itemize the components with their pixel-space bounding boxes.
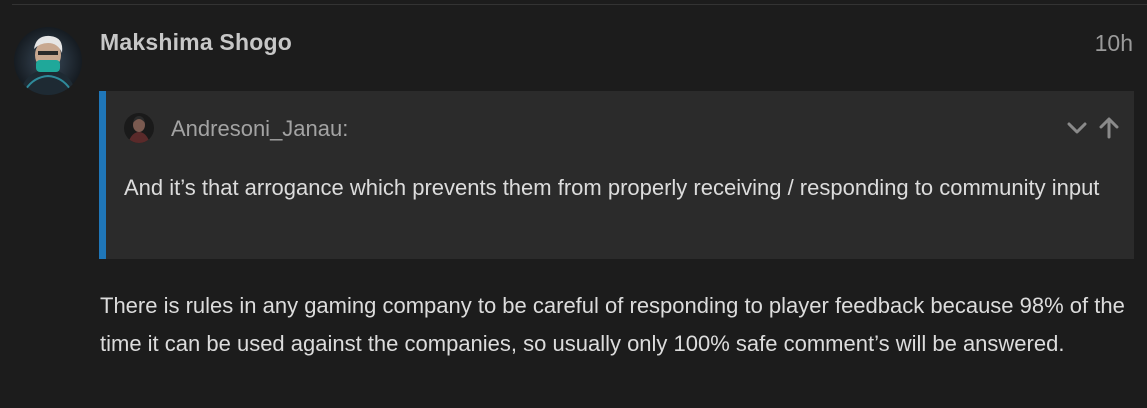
author-name[interactable]: Makshima Shogo (100, 29, 292, 56)
quote-block: Andresoni_Janau: And it’s that arrogance… (99, 91, 1134, 259)
chevron-down-icon[interactable] (1064, 115, 1090, 141)
post-body: There is rules in any gaming company to … (100, 293, 1125, 356)
quote-author[interactable]: Andresoni_Janau: (171, 116, 348, 142)
post-divider (12, 4, 1147, 5)
quote-author-avatar[interactable] (124, 113, 154, 143)
forum-post: Makshima Shogo 10h Andresoni_Janau: And … (0, 0, 1147, 408)
post-date[interactable]: 10h (1095, 30, 1133, 57)
arrow-up-icon[interactable] (1096, 115, 1122, 141)
author-avatar[interactable] (14, 27, 82, 95)
quote-controls (1064, 115, 1122, 141)
quote-text: And it’s that arrogance which prevents t… (124, 175, 1100, 200)
